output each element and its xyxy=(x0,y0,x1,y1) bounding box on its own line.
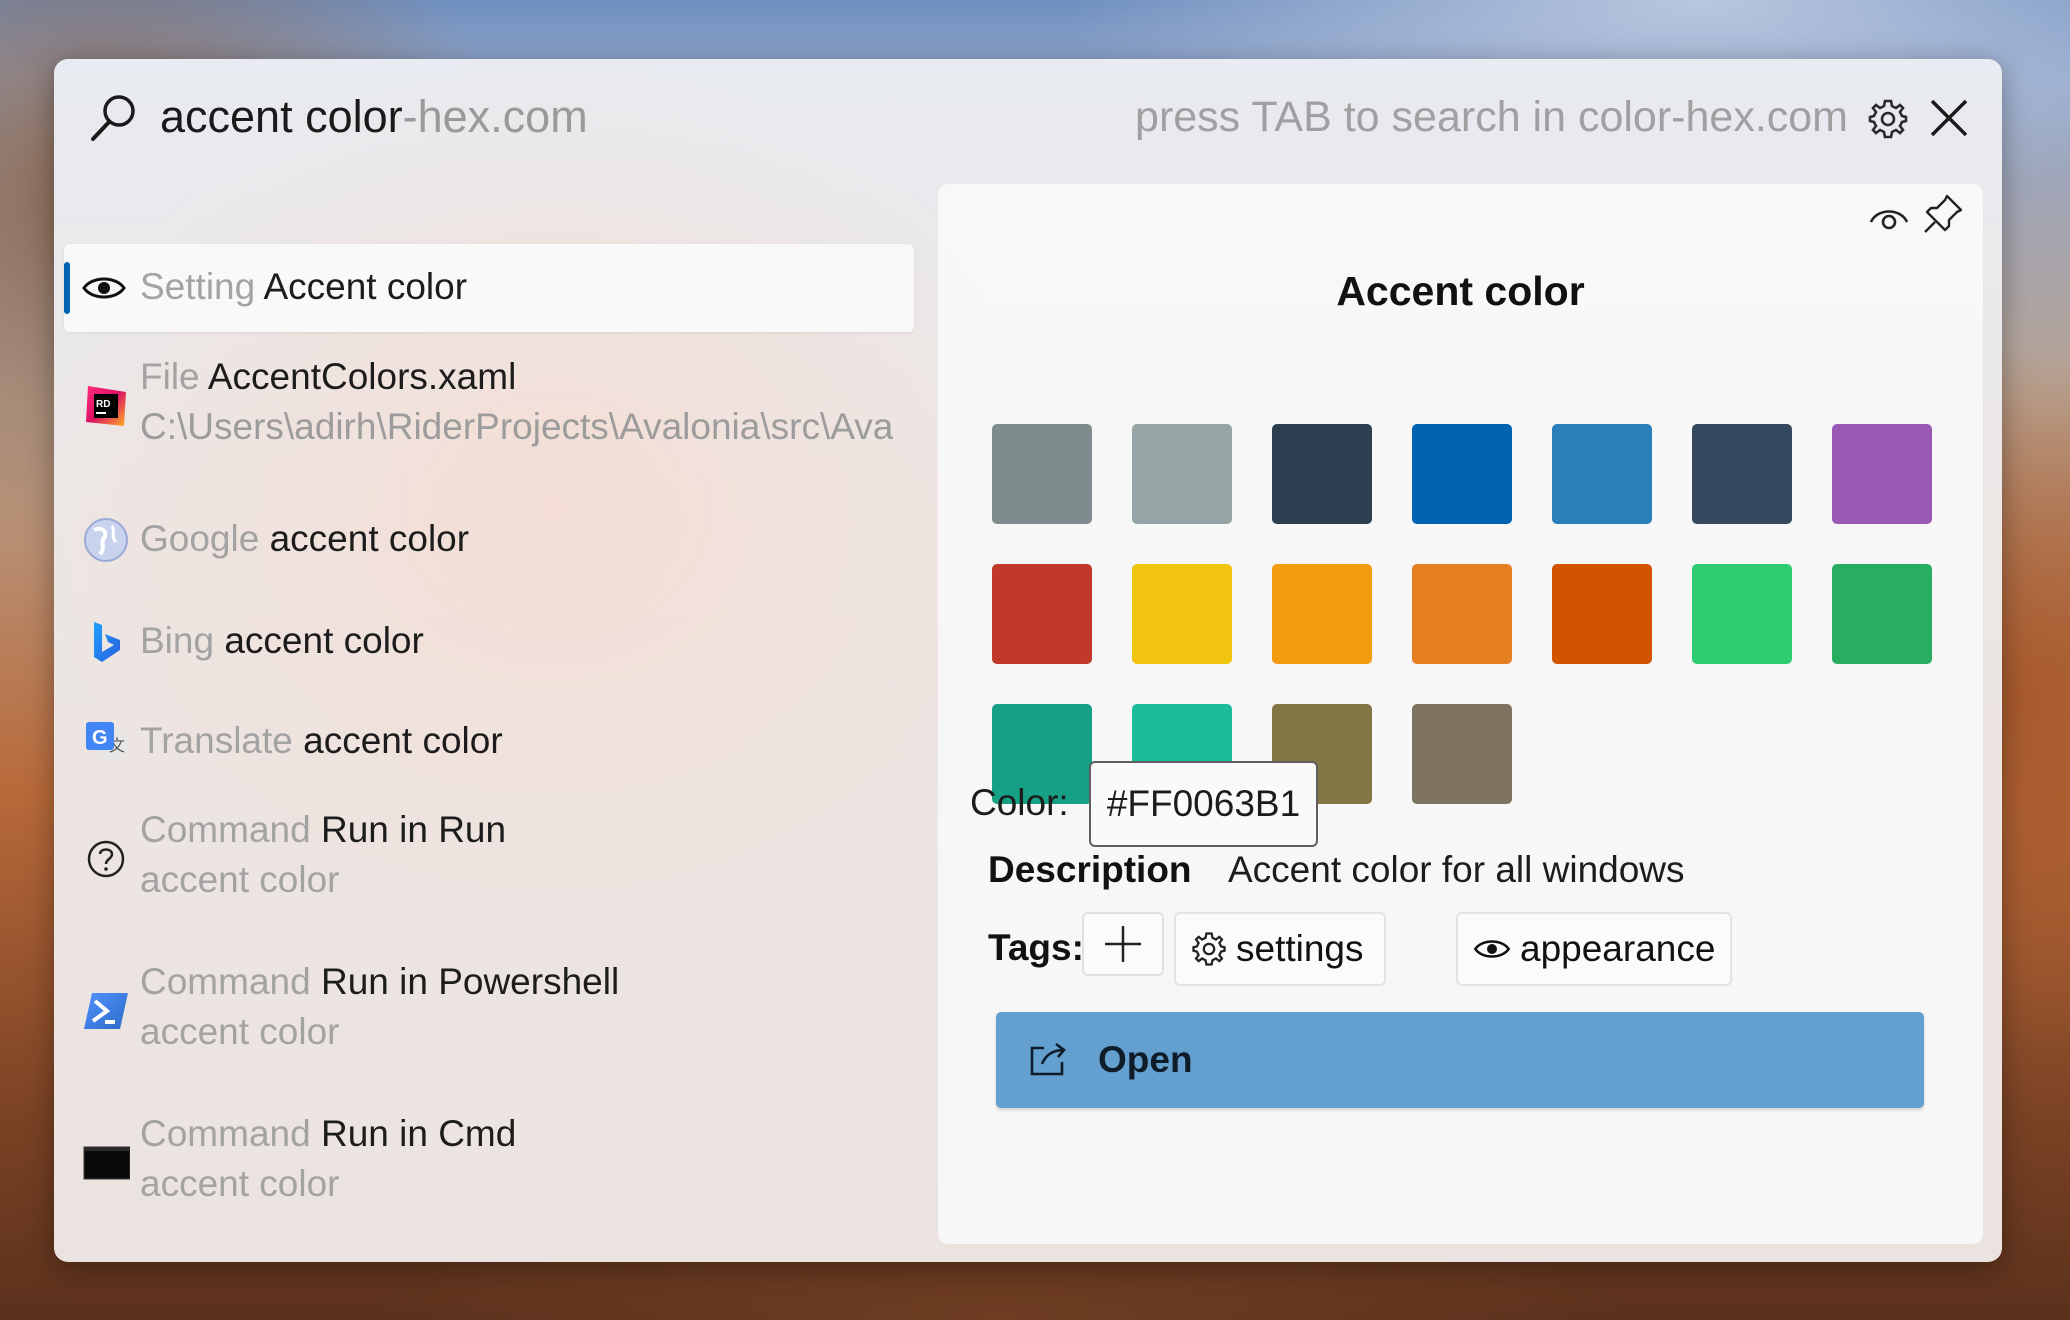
result-title: accent color xyxy=(269,518,470,559)
tag-appearance[interactable]: appearance xyxy=(1456,912,1732,986)
rider-icon: RD xyxy=(86,386,126,426)
plus-icon xyxy=(1105,926,1141,962)
result-title: Run in Run xyxy=(320,809,507,850)
result-title: accent color xyxy=(303,720,503,761)
color-swatch[interactable] xyxy=(1412,424,1512,524)
eye-icon[interactable] xyxy=(1865,194,1913,242)
translate-icon: 文 G xyxy=(86,722,126,758)
tag-settings[interactable]: settings xyxy=(1174,912,1386,986)
search-input[interactable]: accent color-hex.com xyxy=(160,91,588,143)
eye-icon xyxy=(1473,940,1511,958)
result-item[interactable]: Bing accent color xyxy=(64,606,914,696)
color-swatch[interactable] xyxy=(1692,424,1792,524)
pin-icon[interactable] xyxy=(1921,192,1965,236)
globe-icon xyxy=(84,518,128,562)
color-swatch[interactable] xyxy=(1132,424,1232,524)
color-swatch[interactable] xyxy=(992,424,1092,524)
gear-icon xyxy=(1192,932,1226,966)
description-label: Description xyxy=(988,849,1192,890)
question-icon xyxy=(87,840,125,878)
result-title: Accent color xyxy=(263,266,468,307)
result-item[interactable]: Command Run in Powershell accent color xyxy=(64,961,914,1071)
powershell-icon xyxy=(84,993,128,1029)
result-title: Run in Cmd xyxy=(320,1113,517,1154)
tags-label: Tags: xyxy=(988,927,1084,968)
color-swatch[interactable] xyxy=(1832,564,1932,664)
result-category: Setting xyxy=(140,266,256,307)
color-swatch[interactable] xyxy=(1132,564,1232,664)
eye-icon xyxy=(82,277,126,299)
open-external-icon xyxy=(1030,1042,1066,1076)
result-category: Command xyxy=(140,809,311,850)
color-swatch[interactable] xyxy=(1272,424,1372,524)
result-category: Command xyxy=(140,961,311,1002)
result-category: File xyxy=(140,356,200,397)
color-swatch[interactable] xyxy=(1832,424,1932,524)
result-item[interactable]: Command Run in Run accent color xyxy=(64,809,914,919)
search-suggestion: -hex.com xyxy=(402,91,588,142)
tag-label: appearance xyxy=(1520,928,1716,969)
color-swatch[interactable] xyxy=(1552,424,1652,524)
tag-label: settings xyxy=(1236,928,1364,969)
color-swatch[interactable] xyxy=(1412,564,1512,664)
search-hint: press TAB to search in color-hex.com xyxy=(1135,93,1848,141)
result-category: Translate xyxy=(140,720,293,761)
result-item[interactable]: 文 G Translate accent color xyxy=(64,706,914,796)
result-item[interactable]: Setting Accent color xyxy=(64,244,914,332)
result-category: Bing xyxy=(140,620,215,661)
color-swatch[interactable] xyxy=(1412,704,1512,804)
preview-pane: Accent color Color: Description Accent c… xyxy=(938,184,1983,1244)
color-swatch[interactable] xyxy=(1692,564,1792,664)
result-title: AccentColors.xaml xyxy=(207,356,517,397)
add-tag-button[interactable] xyxy=(1082,912,1164,976)
color-swatch[interactable] xyxy=(992,564,1092,664)
result-subtitle: C:\Users\adirh\RiderProjects\Avalonia\sr… xyxy=(140,406,894,447)
svg-text:RD: RD xyxy=(96,399,110,410)
result-subtitle: accent color xyxy=(140,1163,340,1204)
result-category: Google xyxy=(140,518,260,559)
color-field[interactable] xyxy=(1089,761,1318,847)
result-title: accent color xyxy=(224,620,424,661)
description-value: Accent color for all windows xyxy=(1228,849,1685,890)
gear-icon[interactable] xyxy=(1866,97,1910,141)
color-label: Color: xyxy=(970,782,1069,823)
bing-icon xyxy=(94,622,120,662)
color-swatch[interactable] xyxy=(1552,564,1652,664)
result-subtitle: accent color xyxy=(140,1011,340,1052)
result-item[interactable]: Google accent color xyxy=(64,504,914,594)
result-item[interactable]: RD File AccentColors.xaml C:\Users\adirh… xyxy=(64,356,914,466)
close-icon[interactable] xyxy=(1924,93,1974,143)
search-icon xyxy=(91,95,135,141)
result-subtitle: accent color xyxy=(140,859,340,900)
open-button[interactable]: Open xyxy=(996,1012,1924,1108)
search-bar: accent color-hex.com press TAB to search… xyxy=(54,59,2002,179)
open-button-label: Open xyxy=(1098,1039,1193,1080)
result-category: Command xyxy=(140,1113,311,1154)
color-swatch[interactable] xyxy=(1272,564,1372,664)
result-title: Run in Powershell xyxy=(320,961,620,1002)
search-query: accent color xyxy=(160,91,403,142)
cmd-icon xyxy=(83,1146,130,1180)
result-item[interactable]: Command Run in Cmd accent color xyxy=(64,1113,914,1223)
svg-text:G: G xyxy=(92,727,108,749)
launcher-window: accent color-hex.com press TAB to search… xyxy=(54,59,2002,1262)
preview-title: Accent color xyxy=(1336,268,1585,314)
